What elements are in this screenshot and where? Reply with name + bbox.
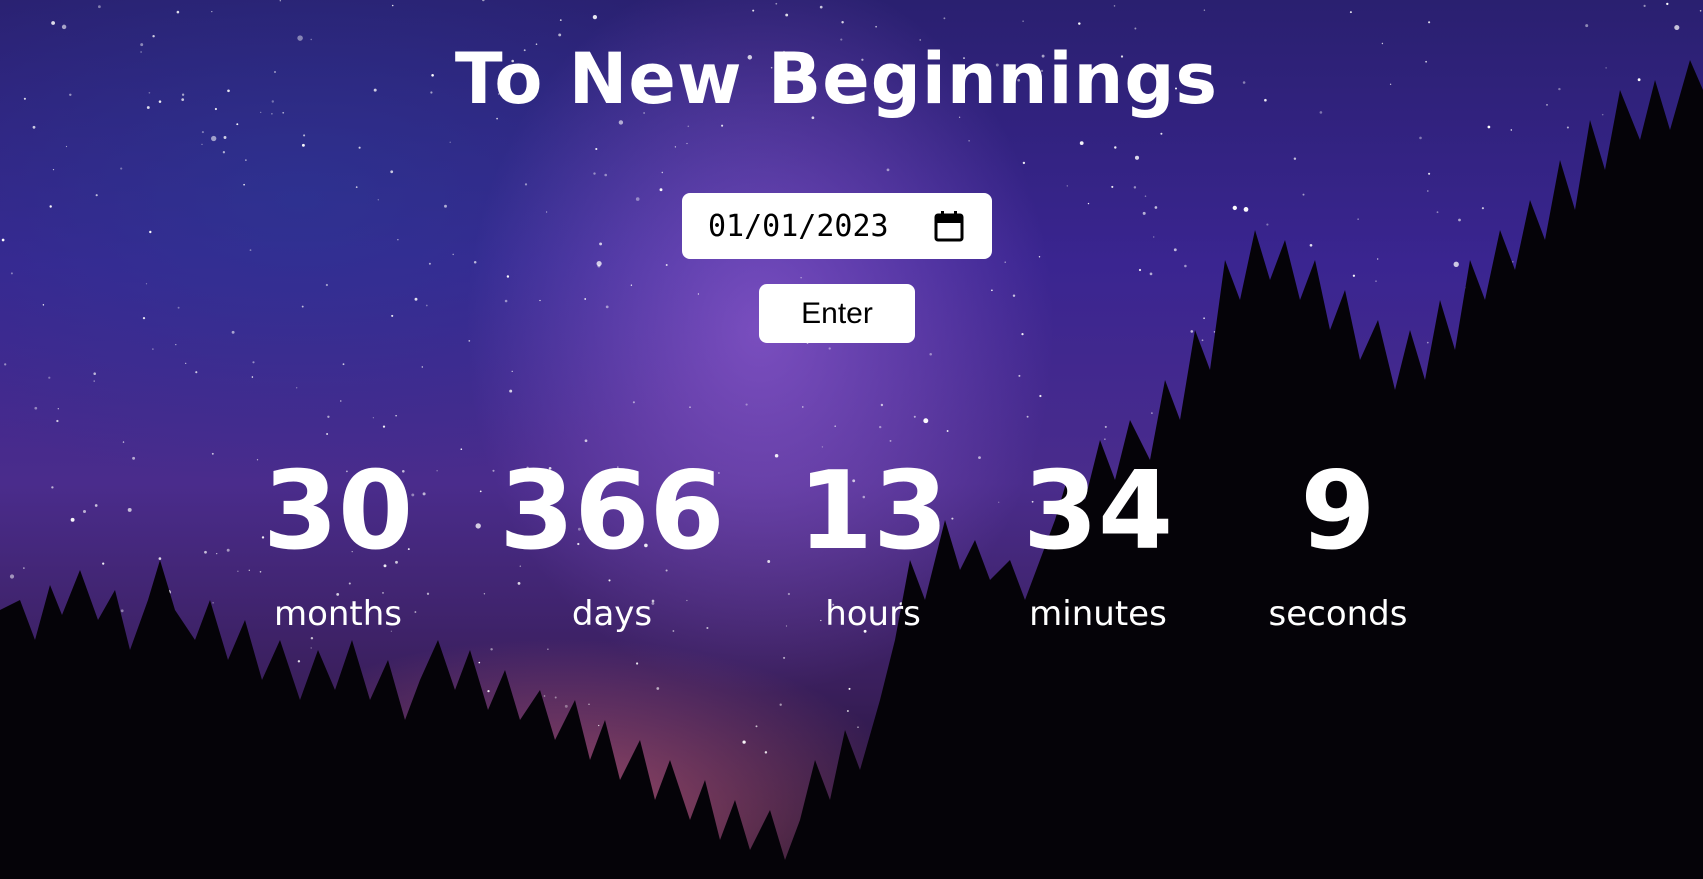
days-label: days: [571, 594, 653, 634]
calendar-icon[interactable]: [934, 210, 964, 242]
hours-value: 13: [797, 449, 949, 574]
days-value: 366: [499, 449, 725, 574]
countdown-minutes: 34 minutes: [978, 449, 1218, 635]
seconds-label: seconds: [1268, 594, 1408, 634]
months-value: 30: [262, 449, 414, 574]
countdown-months: 30 months: [218, 449, 458, 635]
page-title: To New Beginnings: [454, 38, 1219, 120]
minutes-label: minutes: [1029, 594, 1167, 634]
hours-label: hours: [825, 594, 921, 634]
months-label: months: [273, 594, 403, 634]
countdown-days: 366 days: [492, 449, 732, 635]
countdown-seconds: 9 seconds: [1218, 449, 1458, 635]
date-input-value[interactable]: 01/01/2023: [708, 209, 934, 244]
countdown-app: To New Beginnings 01/01/2023 Enter 30 mo…: [0, 0, 1703, 879]
minutes-value: 34: [1022, 449, 1174, 574]
countdown-hours: 13 hours: [753, 449, 993, 635]
seconds-value: 9: [1300, 449, 1376, 574]
enter-button[interactable]: Enter: [759, 284, 915, 343]
date-input[interactable]: 01/01/2023: [682, 193, 992, 259]
